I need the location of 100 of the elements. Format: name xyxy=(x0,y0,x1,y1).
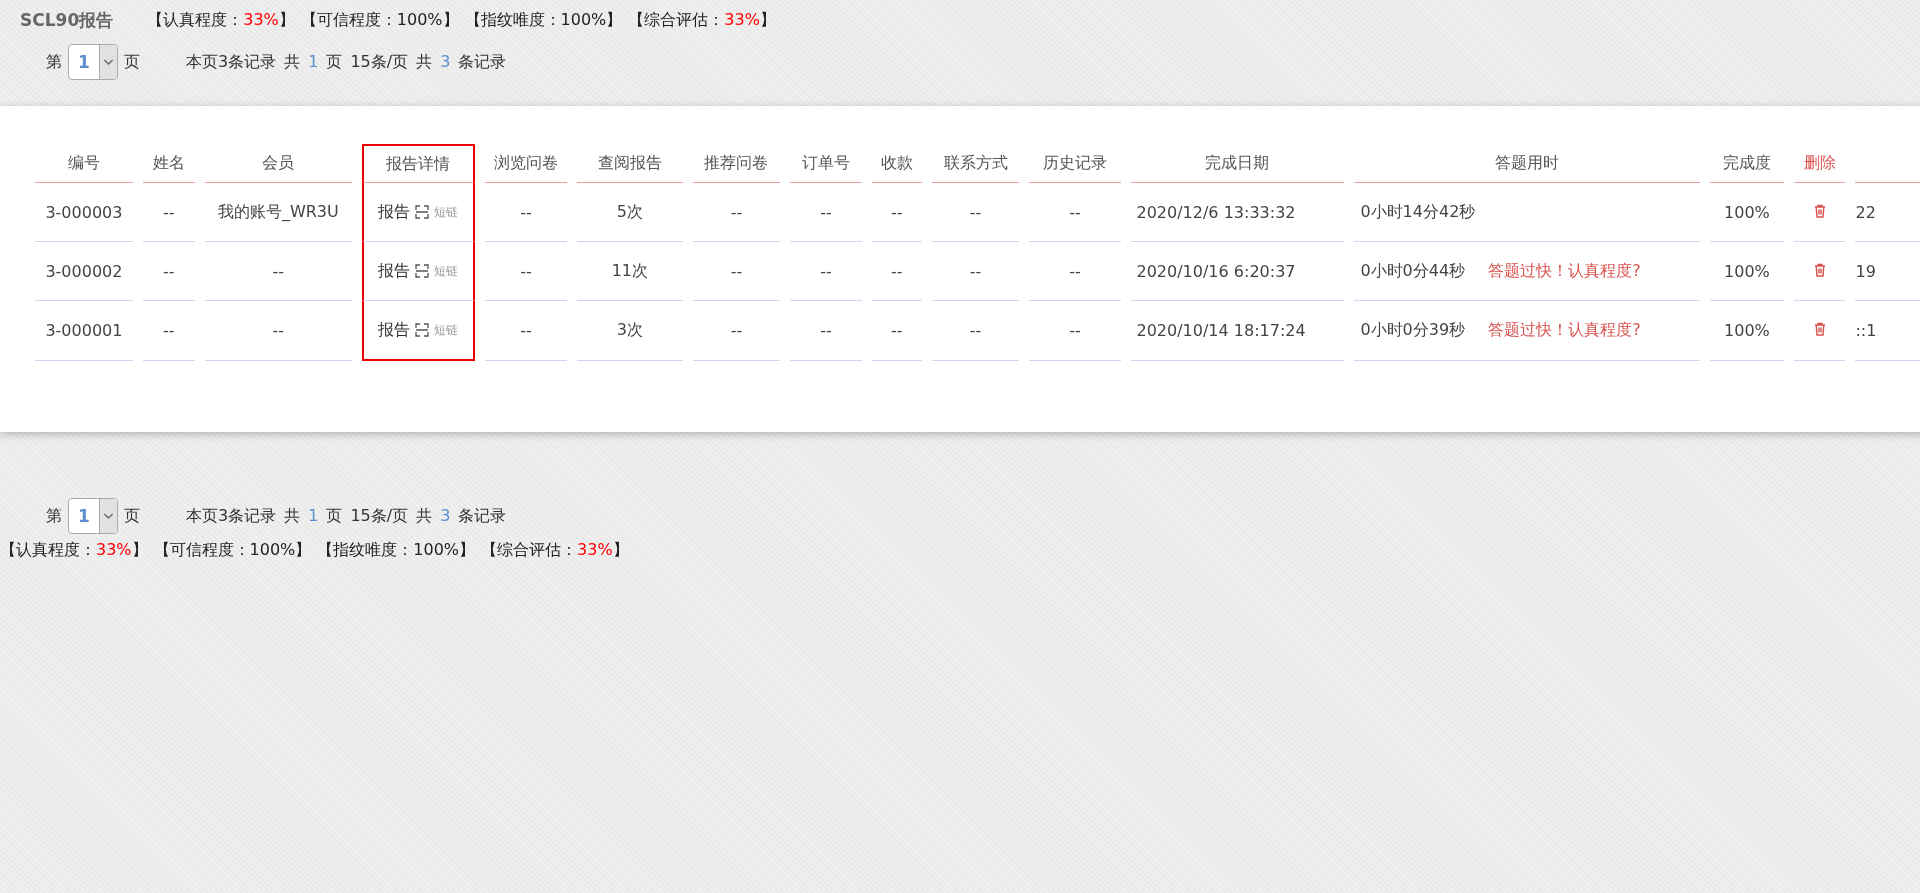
warning-text: 答题过快！认真程度? xyxy=(1488,320,1641,339)
column-header: 会员 xyxy=(204,144,352,183)
page-label: 第 xyxy=(46,505,62,527)
stat-text: 【可信程度：100%】 xyxy=(153,540,312,559)
table-cell: 2020/12/6 13:33:32 xyxy=(1130,183,1345,242)
scan-icon[interactable] xyxy=(415,264,430,278)
table-cell: 3-000002 xyxy=(35,242,133,301)
column-header: 订单号 xyxy=(790,144,862,183)
page-label: 第 xyxy=(46,51,62,73)
column-header: 完成日期 xyxy=(1130,144,1345,183)
table-cell: 我的账号_WR3U xyxy=(204,183,352,242)
table-cell: -- xyxy=(484,242,567,301)
table-cell: -- xyxy=(871,242,922,301)
table-cell: -- xyxy=(1029,242,1121,301)
table-cell: 3次 xyxy=(577,301,683,361)
table-cell: -- xyxy=(1029,183,1121,242)
report-link[interactable]: 报告 xyxy=(378,260,411,282)
table-cell: 2020/10/14 18:17:24 xyxy=(1130,301,1345,361)
stat-text: 【可信程度：100%】 xyxy=(300,9,459,29)
table-cell: -- xyxy=(931,301,1020,361)
column-header: 报告详情 xyxy=(361,144,475,183)
page-info: 1 xyxy=(308,51,319,73)
delete-icon[interactable] xyxy=(1813,203,1826,218)
report-link[interactable]: 报告 xyxy=(378,319,411,341)
table-cell: -- xyxy=(790,301,862,361)
page-info: 条记录 xyxy=(458,505,507,527)
table-cell: -- xyxy=(204,242,352,301)
column-header: 编号 xyxy=(35,144,133,183)
table-cell: 22 xyxy=(1855,183,1920,242)
page-info: 3 xyxy=(440,505,451,527)
column-header: 答题用时 xyxy=(1354,144,1701,183)
page-info: 15条/页 xyxy=(350,505,409,527)
duration-text: 0小时14分42秒 xyxy=(1360,201,1476,221)
page-info: 页 xyxy=(326,505,343,527)
duration-text: 0小时0分44秒 xyxy=(1360,260,1466,280)
page-info: 3 xyxy=(440,51,451,73)
column-header: 浏览问卷 xyxy=(484,144,567,183)
page-select[interactable]: 1 xyxy=(68,498,118,534)
report-link[interactable]: 报告 xyxy=(378,201,411,223)
short-link[interactable]: 短链 xyxy=(434,262,459,280)
column-header: 完成度 xyxy=(1710,144,1784,183)
column-header: 查阅报告 xyxy=(577,144,683,183)
page-info: 共 xyxy=(416,505,433,527)
column-header: 姓名 xyxy=(142,144,195,183)
scan-icon[interactable] xyxy=(415,205,430,219)
table-cell: -- xyxy=(484,301,567,361)
page-info: 本页3条记录 xyxy=(186,505,277,527)
table-cell: -- xyxy=(790,183,862,242)
table-cell: -- xyxy=(692,242,781,301)
page-info: 15条/页 xyxy=(350,51,409,73)
table-cell: -- xyxy=(692,301,781,361)
table-cell: 2020/10/16 6:20:37 xyxy=(1130,242,1345,301)
stat-text: 【指纹唯度：100%】 xyxy=(317,540,476,559)
caret-icon xyxy=(99,499,117,533)
page-label: 页 xyxy=(124,505,140,527)
report-title: SCL90报告 xyxy=(20,8,114,32)
table-cell: 3-000001 xyxy=(35,301,133,361)
page-select[interactable]: 1 xyxy=(68,44,118,80)
page-info: 本页3条记录 xyxy=(186,51,277,73)
table-cell: 100% xyxy=(1710,183,1784,242)
stat-text: 【认真程度：33%】 xyxy=(147,9,295,29)
page-info: 1 xyxy=(308,505,319,527)
table-cell: 100% xyxy=(1710,301,1784,361)
table-cell: -- xyxy=(790,242,862,301)
page-info: 页 xyxy=(326,51,343,73)
stat-text: 【综合评估：33%】 xyxy=(628,9,776,29)
column-header: 联系方式 xyxy=(931,144,1020,183)
table-cell: 19 xyxy=(1855,242,1920,301)
page-info: 共 xyxy=(416,51,433,73)
table-cell: 100% xyxy=(1710,242,1784,301)
column-header: 删除 xyxy=(1793,144,1846,183)
duration-text: 0小时0分39秒 xyxy=(1360,320,1466,339)
table-cell: -- xyxy=(142,183,195,242)
stat-text: 【综合评估：33%】 xyxy=(481,540,629,559)
delete-icon[interactable] xyxy=(1813,262,1826,277)
table-cell: 11次 xyxy=(577,242,683,301)
column-header: 推荐问卷 xyxy=(692,144,781,183)
table-cell: -- xyxy=(484,183,567,242)
table-cell: -- xyxy=(1029,301,1121,361)
table-cell: -- xyxy=(142,242,195,301)
stat-text: 【指纹唯度：100%】 xyxy=(464,9,623,29)
delete-icon[interactable] xyxy=(1813,322,1826,336)
table-cell: -- xyxy=(931,183,1020,242)
short-link[interactable]: 短链 xyxy=(434,203,459,221)
table-cell: -- xyxy=(142,301,195,361)
column-header: 收款 xyxy=(871,144,922,183)
scan-icon[interactable] xyxy=(415,323,430,337)
stat-text: 【认真程度：33%】 xyxy=(0,540,148,559)
table-cell: -- xyxy=(931,242,1020,301)
page-label: 页 xyxy=(124,51,140,73)
column-header: 历史记录 xyxy=(1029,144,1121,183)
caret-icon xyxy=(99,45,117,79)
table-cell: 5次 xyxy=(577,183,683,242)
table-cell: ::1 xyxy=(1855,301,1920,361)
table-cell: -- xyxy=(871,183,922,242)
page-info: 共 xyxy=(284,505,301,527)
table-cell: 3-000003 xyxy=(35,183,133,242)
short-link[interactable]: 短链 xyxy=(434,321,459,339)
table-cell: -- xyxy=(871,301,922,361)
table-cell: -- xyxy=(204,301,352,361)
